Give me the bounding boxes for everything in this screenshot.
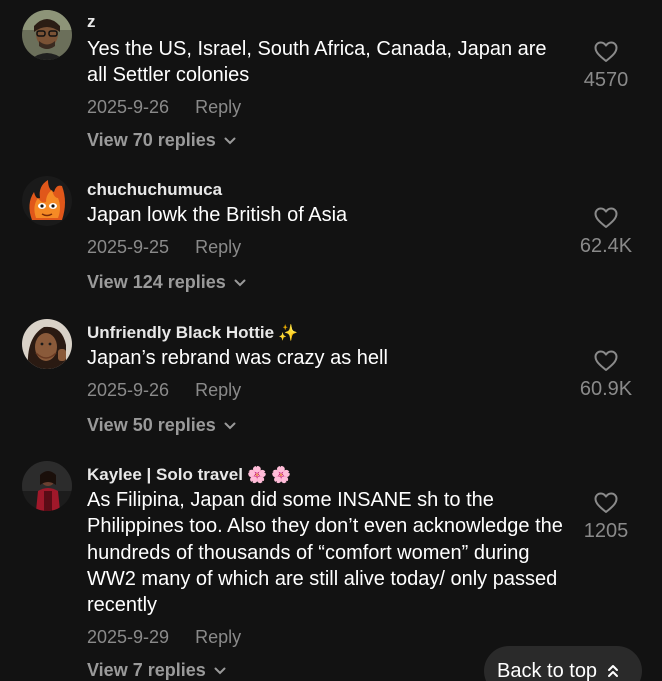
like-button[interactable]: 60.9K xyxy=(571,350,641,401)
woman-red-jacket-avatar-icon xyxy=(22,461,72,511)
view-replies-button[interactable]: View 7 replies xyxy=(87,660,226,681)
comment-username[interactable]: Kaylee | Solo travel 🌸 🌸 xyxy=(87,465,291,485)
like-count: 1205 xyxy=(583,520,629,542)
reply-button[interactable]: Reply xyxy=(195,237,241,257)
view-replies-label: View 124 replies xyxy=(87,272,226,292)
comment-username[interactable]: z xyxy=(87,12,96,32)
comment-text: Yes the US, Israel, South Africa, Canada… xyxy=(87,38,547,87)
comment-meta: 2025-9-26 Reply xyxy=(87,380,241,401)
back-to-top-button[interactable]: Back to top xyxy=(484,646,642,681)
comment-text: Japan lowk the British of Asia xyxy=(87,204,348,226)
chevron-down-icon xyxy=(224,422,236,429)
heart-outline-icon xyxy=(594,41,618,62)
man-with-glasses-avatar-icon xyxy=(22,10,72,60)
reply-button[interactable]: Reply xyxy=(195,380,241,400)
view-replies-label: View 7 replies xyxy=(87,660,206,680)
comment-text: As Filipina, Japan did some INSANE sh to… xyxy=(87,489,563,617)
comment-meta: 2025-9-26 Reply xyxy=(87,97,241,118)
avatar[interactable] xyxy=(22,176,72,226)
fire-cat-avatar-icon xyxy=(22,176,72,226)
double-chevron-up-icon xyxy=(608,665,619,677)
sparkles-icon: ✨ xyxy=(278,325,298,342)
heart-outline-icon xyxy=(594,207,618,228)
username-text: chuchuchumuca xyxy=(87,180,223,199)
comment-date: 2025-9-25 xyxy=(87,237,170,257)
avatar[interactable] xyxy=(22,10,72,60)
reply-button[interactable]: Reply xyxy=(195,97,241,117)
view-replies-button[interactable]: View 70 replies xyxy=(87,130,236,151)
comment-username[interactable]: Unfriendly Black Hottie ✨ xyxy=(87,323,298,343)
back-to-top-label: Back to top xyxy=(497,660,598,681)
comment-username[interactable]: chuchuchumuca xyxy=(87,180,222,200)
chevron-down-icon xyxy=(234,279,246,286)
comment-date: 2025-9-26 xyxy=(87,97,170,117)
username-text: z xyxy=(87,12,96,31)
comment-text: Japan’s rebrand was crazy as hell xyxy=(87,347,388,369)
cherry-blossom-icon: 🌸 🌸 xyxy=(246,467,292,484)
like-count: 60.9K xyxy=(579,378,633,400)
avatar[interactable] xyxy=(22,319,72,369)
username-text: Unfriendly Black Hottie xyxy=(87,323,275,342)
heart-outline-icon xyxy=(594,350,618,371)
woman-selfie-avatar-icon xyxy=(22,319,72,369)
chevron-down-icon xyxy=(224,137,236,144)
username-text: Kaylee | Solo travel xyxy=(87,465,243,484)
like-count: 62.4K xyxy=(579,235,633,257)
like-button[interactable]: 62.4K xyxy=(571,207,641,258)
view-replies-label: View 70 replies xyxy=(87,130,216,150)
like-button[interactable]: 1205 xyxy=(571,492,641,543)
like-button[interactable]: 4570 xyxy=(571,41,641,92)
avatar[interactable] xyxy=(22,461,72,511)
comment-date: 2025-9-26 xyxy=(87,380,170,400)
heart-outline-icon xyxy=(594,492,618,513)
chevron-down-icon xyxy=(214,667,226,674)
comment-date: 2025-9-29 xyxy=(87,627,170,647)
view-replies-button[interactable]: View 50 replies xyxy=(87,415,236,436)
comment-meta: 2025-9-29 Reply xyxy=(87,627,241,648)
view-replies-label: View 50 replies xyxy=(87,415,216,435)
view-replies-button[interactable]: View 124 replies xyxy=(87,272,246,293)
comment-meta: 2025-9-25 Reply xyxy=(87,237,241,258)
reply-button[interactable]: Reply xyxy=(195,627,241,647)
like-count: 4570 xyxy=(583,69,629,91)
